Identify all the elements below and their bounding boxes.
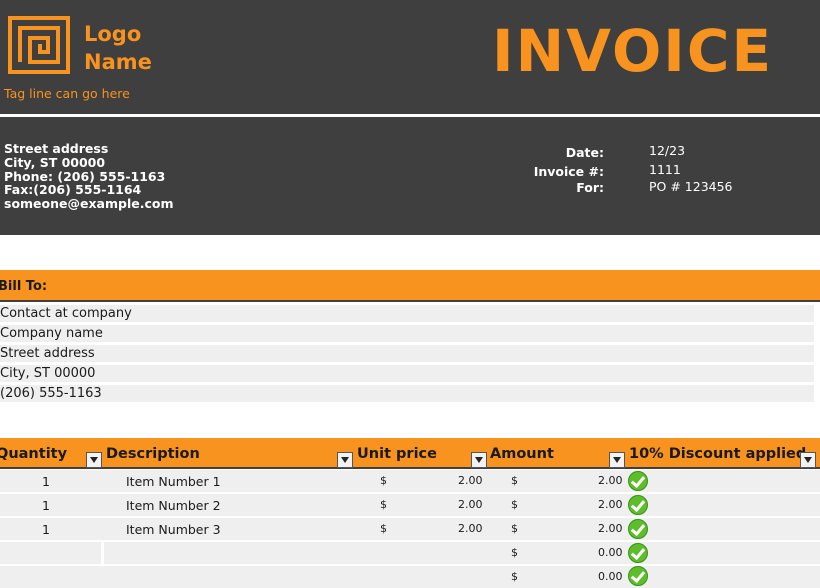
amount-filter-dropdown-icon[interactable]: [609, 452, 625, 468]
unit-currency-cell: $: [380, 498, 387, 511]
check-circle-icon: [628, 566, 648, 586]
column-divider: [101, 542, 104, 564]
table-row[interactable]: [0, 494, 820, 516]
company-address: Street address City, ST 00000 Phone: (20…: [4, 142, 173, 211]
company-fax: Fax:(206) 555-1164: [4, 182, 142, 198]
amount-cell[interactable]: 2.00: [598, 474, 623, 487]
bill-to-header: [0, 270, 820, 302]
description-cell[interactable]: Item Number 1: [126, 474, 221, 489]
check-circle-icon: [628, 519, 648, 539]
check-circle-icon: [628, 543, 648, 563]
logo-line-1: Logo: [84, 22, 142, 46]
company-phone: Phone: (206) 555-1163: [4, 168, 166, 184]
for-value[interactable]: PO # 123456: [649, 179, 733, 194]
table-row[interactable]: [0, 542, 820, 564]
quantity-cell[interactable]: 1: [42, 522, 50, 537]
table-row[interactable]: [0, 518, 820, 540]
check-circle-icon: [628, 471, 648, 491]
amount-cell[interactable]: 0.00: [598, 570, 623, 583]
column-header-unit-price: Unit price: [357, 446, 437, 462]
description-cell[interactable]: Item Number 3: [126, 522, 221, 537]
invoice-title: INVOICE: [492, 17, 774, 85]
date-label: Date:: [565, 145, 604, 160]
description-filter-dropdown-icon[interactable]: [337, 452, 353, 468]
date-value[interactable]: 12/23: [649, 143, 685, 158]
column-header-quantity: Quantity: [0, 446, 68, 462]
quantity-cell[interactable]: 1: [42, 474, 50, 489]
unit-currency-cell: $: [380, 522, 387, 535]
discount-filter-dropdown-icon[interactable]: [800, 452, 816, 468]
amount-cell[interactable]: 2.00: [598, 522, 623, 535]
amount-currency-cell: $: [511, 498, 518, 511]
tagline: Tag line can go here: [4, 86, 130, 101]
unit-currency-cell: $: [380, 474, 387, 487]
check-circle-icon: [628, 495, 648, 515]
amount-cell[interactable]: 2.00: [598, 498, 623, 511]
column-header-description: Description: [106, 446, 200, 462]
amount-currency-cell: $: [511, 474, 518, 487]
bill-to-label: Bill To:: [0, 279, 48, 294]
logo-line-2: Name: [84, 50, 152, 74]
invoice-number-label: Invoice #:: [533, 164, 604, 179]
bill-to-contact[interactable]: Contact at company: [0, 305, 814, 322]
invoice-number-value[interactable]: 1111: [649, 162, 681, 177]
unit-price-cell[interactable]: 2.00: [458, 498, 483, 511]
unit-price-cell[interactable]: 2.00: [458, 474, 483, 487]
quantity-cell[interactable]: 1: [42, 498, 50, 513]
company-street: Street address: [4, 141, 109, 156]
company-email: someone@example.com: [4, 196, 174, 212]
quantity-filter-dropdown-icon[interactable]: [86, 452, 102, 468]
column-header-amount: Amount: [490, 446, 554, 462]
description-cell[interactable]: Item Number 2: [126, 498, 221, 513]
maze-logo-icon: [8, 16, 70, 74]
bill-to-phone[interactable]: (206) 555-1163: [0, 385, 814, 402]
table-row[interactable]: [0, 470, 820, 492]
amount-currency-cell: $: [511, 546, 518, 559]
for-label: For:: [576, 180, 604, 195]
unit-price-cell[interactable]: 2.00: [458, 522, 483, 535]
header-divider: [0, 114, 820, 117]
company-city: City, ST 00000: [4, 154, 106, 170]
column-header-discount: 10% Discount applied: [629, 446, 807, 462]
unit-price-filter-dropdown-icon[interactable]: [471, 452, 487, 468]
amount-cell[interactable]: 0.00: [598, 546, 623, 559]
bill-to-company[interactable]: Company name: [0, 325, 814, 342]
bill-to-street[interactable]: Street address: [0, 345, 814, 362]
bill-to-city[interactable]: City, ST 00000: [0, 365, 814, 382]
amount-currency-cell: $: [511, 570, 518, 583]
logo-name: Logo Name: [84, 20, 152, 76]
amount-currency-cell: $: [511, 522, 518, 535]
